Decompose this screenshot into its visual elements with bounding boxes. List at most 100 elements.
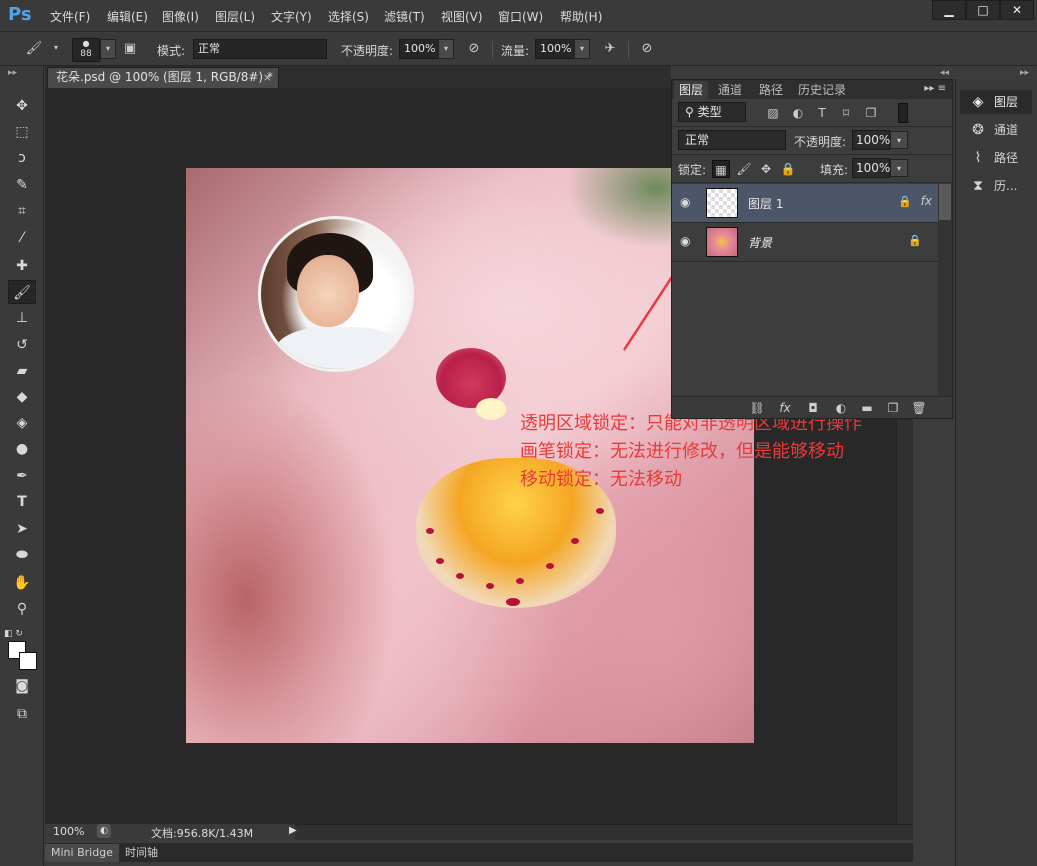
layer-opacity-input[interactable]: 100% bbox=[852, 130, 890, 150]
minimize-button[interactable]: ▁ bbox=[932, 0, 966, 20]
dock-layers[interactable]: ◈ 图层 bbox=[960, 90, 1032, 114]
lasso-tool-icon[interactable]: ↄ bbox=[8, 146, 36, 170]
menu-edit[interactable]: 编辑(E) bbox=[107, 8, 148, 25]
lock-image-pixels-icon[interactable]: 🖌 bbox=[735, 160, 753, 178]
quick-mask-icon[interactable]: ◙ bbox=[8, 674, 36, 698]
delete-layer-icon[interactable]: 🗑 bbox=[910, 400, 928, 416]
quick-selection-tool-icon[interactable]: ✎ bbox=[8, 173, 36, 197]
add-layer-style-icon[interactable]: fx bbox=[776, 400, 794, 416]
link-layers-icon[interactable]: ⛓ bbox=[748, 400, 766, 416]
menu-layer[interactable]: 图层(L) bbox=[215, 8, 255, 25]
history-brush-tool-icon[interactable]: ↺ bbox=[8, 333, 36, 357]
menu-file[interactable]: 文件(F) bbox=[50, 8, 90, 25]
brush-panel-icon[interactable]: ▣ bbox=[120, 40, 140, 58]
filter-pixel-icon[interactable]: ▨ bbox=[764, 104, 782, 122]
menu-help[interactable]: 帮助(H) bbox=[560, 8, 602, 25]
maximize-button[interactable]: □ bbox=[966, 0, 1000, 20]
tab-layers[interactable]: 图层 bbox=[674, 81, 709, 99]
tab-mini-bridge[interactable]: Mini Bridge bbox=[45, 844, 119, 862]
eraser-tool-icon[interactable]: ▰ bbox=[8, 359, 36, 383]
new-layer-icon[interactable]: ❐ bbox=[884, 400, 902, 416]
ellipse-tool-icon[interactable]: ⬬ bbox=[8, 543, 36, 567]
brush-tool-preset-icon[interactable]: 🖌 bbox=[24, 40, 44, 58]
lock-all-icon[interactable]: 🔒 bbox=[779, 160, 797, 178]
menu-type[interactable]: 文字(Y) bbox=[271, 8, 312, 25]
status-menu-arrow[interactable]: ▶ bbox=[289, 825, 297, 836]
close-tab-icon[interactable]: × bbox=[263, 68, 272, 87]
filter-shape-icon[interactable]: ⌑ bbox=[837, 104, 855, 122]
filter-smart-object-icon[interactable]: ❐ bbox=[862, 104, 880, 122]
marquee-tool-icon[interactable]: ⬚ bbox=[8, 120, 36, 144]
scroll-thumb[interactable] bbox=[939, 184, 951, 220]
tab-channels[interactable]: 通道 bbox=[713, 81, 747, 99]
fill-input[interactable]: 100% bbox=[852, 158, 890, 178]
layers-scrollbar[interactable] bbox=[938, 184, 952, 396]
collapse-panel-icon[interactable]: ◂◂ bbox=[940, 68, 949, 78]
eyedropper-tool-icon[interactable]: ⁄ bbox=[8, 226, 36, 250]
vertical-scrollbar[interactable] bbox=[896, 420, 913, 824]
menu-image[interactable]: 图像(I) bbox=[162, 8, 199, 25]
path-selection-tool-icon[interactable]: ➤ bbox=[8, 517, 36, 541]
filter-kind-select[interactable]: ⚲ 类型 bbox=[678, 102, 746, 122]
chevron-down-icon[interactable]: ▾ bbox=[890, 131, 908, 149]
layer-name[interactable]: 背景 bbox=[748, 234, 772, 251]
tab-timeline[interactable]: 时间轴 bbox=[119, 844, 164, 862]
dodge-tool-icon[interactable]: ● bbox=[8, 437, 36, 461]
zoom-level[interactable]: 100% bbox=[53, 825, 84, 838]
spot-healing-tool-icon[interactable]: ✚ bbox=[8, 254, 36, 278]
menu-select[interactable]: 选择(S) bbox=[328, 8, 369, 25]
chevron-down-icon[interactable]: ▾ bbox=[890, 159, 908, 177]
opacity-dropdown[interactable]: ▾ bbox=[438, 39, 454, 59]
crop-tool-icon[interactable]: ⌗ bbox=[8, 199, 36, 223]
brush-size-dropdown[interactable]: ▾ bbox=[100, 39, 116, 59]
tab-paths[interactable]: 路径 bbox=[754, 81, 788, 99]
close-window-button[interactable]: ✕ bbox=[1000, 0, 1034, 20]
new-adjustment-layer-icon[interactable]: ◐ bbox=[832, 400, 850, 416]
flow-input[interactable]: 100% bbox=[535, 39, 575, 59]
chevron-down-icon[interactable]: ▾ bbox=[48, 39, 64, 59]
opacity-input[interactable]: 100% bbox=[399, 39, 439, 59]
menu-filter[interactable]: 滤镜(T) bbox=[384, 8, 425, 25]
paint-bucket-tool-icon[interactable]: ◆ bbox=[8, 385, 36, 409]
move-tool-icon[interactable]: ✥ bbox=[8, 94, 36, 118]
layer-row-layer1[interactable]: ◉ 图层 1 🔒 fx bbox=[672, 184, 938, 223]
blur-tool-icon[interactable]: ◈ bbox=[8, 411, 36, 435]
zoom-tool-icon[interactable]: ⚲ bbox=[8, 597, 36, 621]
pen-tool-icon[interactable]: ✒ bbox=[8, 464, 36, 488]
filter-adjustment-icon[interactable]: ◐ bbox=[789, 104, 807, 122]
menu-view[interactable]: 视图(V) bbox=[441, 8, 483, 25]
girl-portrait-layer[interactable] bbox=[258, 216, 414, 372]
status-info-icon[interactable]: ◐ bbox=[97, 824, 111, 838]
visibility-eye-icon[interactable]: ◉ bbox=[680, 234, 690, 248]
layer-row-background[interactable]: ◉ 背景 🔒 bbox=[672, 223, 938, 262]
menu-window[interactable]: 窗口(W) bbox=[498, 8, 543, 25]
hand-tool-icon[interactable]: ✋ bbox=[8, 571, 36, 595]
layer-name[interactable]: 图层 1 bbox=[748, 195, 783, 212]
dock-history[interactable]: ⧗ 历... bbox=[960, 174, 1032, 198]
background-color-swatch[interactable] bbox=[19, 652, 37, 670]
lock-position-icon[interactable]: ✥ bbox=[757, 160, 775, 178]
tab-history[interactable]: 历史记录 bbox=[793, 81, 851, 99]
type-tool-icon[interactable]: T bbox=[8, 490, 36, 514]
brush-size-picker[interactable]: ● 88 bbox=[72, 38, 100, 62]
layer-effects-icon[interactable]: fx bbox=[921, 194, 932, 208]
flow-dropdown[interactable]: ▾ bbox=[574, 39, 590, 59]
airbrush-icon[interactable]: ✈ bbox=[600, 40, 620, 58]
document-tab[interactable]: 花朵.psd @ 100% (图层 1, RGB/8#) * × bbox=[47, 67, 279, 88]
panel-menu-icon[interactable]: ▸▸ ≡ bbox=[924, 83, 946, 94]
expand-icon[interactable]: ▸▸ bbox=[8, 68, 17, 78]
filter-type-icon[interactable]: T bbox=[813, 104, 831, 122]
clone-stamp-tool-icon[interactable]: ⊥ bbox=[8, 306, 36, 330]
brush-tool-icon[interactable]: 🖌 bbox=[8, 280, 36, 304]
new-group-icon[interactable]: ▬ bbox=[858, 400, 876, 416]
filter-toggle[interactable] bbox=[898, 103, 908, 123]
dock-paths[interactable]: ⌇ 路径 bbox=[960, 146, 1032, 170]
blend-mode-select[interactable]: 正常 bbox=[678, 130, 786, 150]
visibility-eye-icon[interactable]: ◉ bbox=[680, 195, 690, 209]
pressure-size-icon[interactable]: ⊘ bbox=[637, 40, 657, 58]
dock-channels[interactable]: ❂ 通道 bbox=[960, 118, 1032, 142]
pressure-opacity-icon[interactable]: ⊘ bbox=[464, 40, 484, 58]
screen-mode-icon[interactable]: ⧉ bbox=[8, 702, 36, 726]
lock-transparent-pixels-icon[interactable]: ▦ bbox=[712, 160, 730, 178]
collapse-dock-icon[interactable]: ▸▸ bbox=[1020, 68, 1029, 78]
